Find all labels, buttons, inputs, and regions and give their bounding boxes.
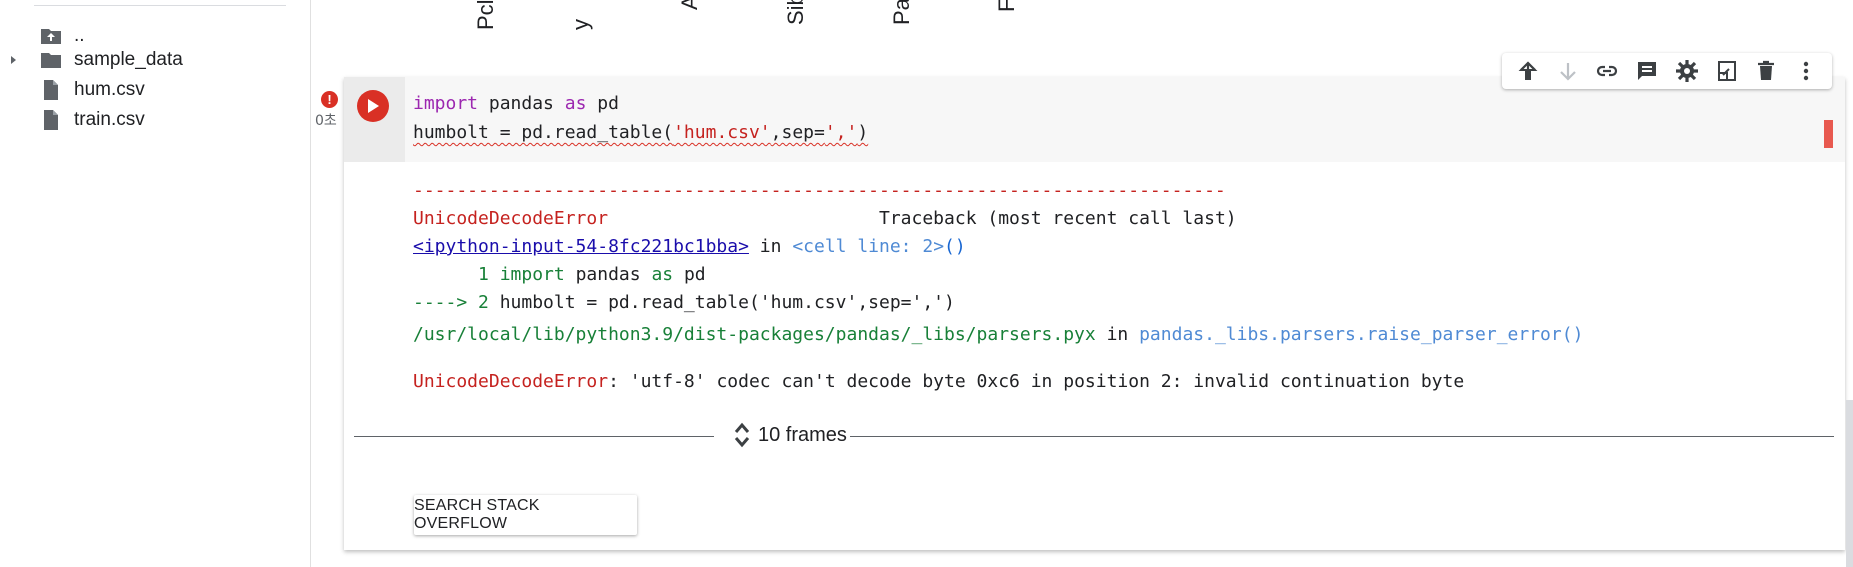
code-text: pd	[586, 93, 619, 114]
file-item-train-csv[interactable]: train.csv	[0, 105, 300, 135]
code-keyword: import	[413, 93, 479, 114]
code-editor[interactable]: import pandas as pd humbolt = pd.read_ta…	[405, 77, 1845, 162]
panel-divider	[34, 5, 286, 6]
traceback-line-2: ----> 2 humbolt = pd.read_table('hum.csv…	[413, 289, 1843, 317]
caret-right-icon[interactable]	[9, 53, 19, 67]
mirror-cell-icon	[1717, 61, 1736, 81]
cell-line-ref: <cell line: 2>	[792, 236, 945, 257]
search-stack-overflow-button[interactable]: SEARCH STACK OVERFLOW	[414, 495, 637, 535]
file-item-label: ..	[74, 25, 85, 46]
cell-gutter	[344, 77, 405, 162]
code-line-2: humbolt = pd.read_table('hum.csv',sep=',…	[413, 118, 1845, 147]
final-error-message: : 'utf-8' codec can't decode byte 0xc6 i…	[608, 371, 1465, 392]
settings-icon	[1675, 60, 1698, 82]
error-badge: !	[321, 91, 338, 108]
file-item-sample-data[interactable]: sample_data	[0, 45, 300, 75]
file-path: /usr/local/lib/python3.9/dist-packages/p…	[413, 324, 1096, 345]
rule-right	[850, 436, 1834, 437]
cell-toolbar	[1502, 53, 1832, 89]
error-type: UnicodeDecodeError	[413, 208, 609, 229]
copy-link-button[interactable]	[1592, 56, 1622, 86]
expand-collapse-icon	[734, 422, 750, 448]
column-label: y	[568, 19, 593, 30]
traceback-header: UnicodeDecodeError Traceback (most recen…	[413, 205, 1843, 233]
code-text: pandas	[564, 264, 652, 285]
rule-left	[354, 436, 714, 437]
traceback-file-line: /usr/local/lib/python3.9/dist-packages/p…	[413, 321, 1583, 349]
frames-divider: 10 frames	[354, 422, 1834, 452]
mirror-cell-button[interactable]	[1712, 56, 1742, 86]
cell-output: ----------------------------------------…	[405, 177, 1843, 317]
column-label: Pa	[889, 0, 914, 25]
column-label: Sib	[783, 0, 808, 25]
ipython-input-link[interactable]: <ipython-input-54-8fc221bc1bba>	[413, 236, 749, 257]
code-keyword: as	[564, 93, 587, 114]
more-icon	[1803, 61, 1809, 81]
code-string: ','	[824, 122, 858, 143]
code-text: humbolt = pd.read_table('hum.csv',sep=',…	[499, 292, 955, 313]
final-error-line: UnicodeDecodeError: 'utf-8' codec can't …	[413, 368, 1464, 396]
move-down-icon	[1559, 63, 1576, 81]
in-word: in	[748, 236, 793, 257]
add-comment-button[interactable]	[1632, 56, 1662, 86]
code-text: )	[857, 122, 869, 143]
delete-icon	[1758, 60, 1775, 80]
function-name: pandas._libs.parsers.raise_parser_error(…	[1139, 324, 1584, 345]
code-string: 'hum.csv'	[673, 122, 771, 143]
error-arrow: ----> 2	[413, 292, 500, 313]
frames-label: 10 frames	[758, 423, 847, 446]
code-keyword: import	[499, 264, 565, 285]
move-up-icon	[1518, 61, 1538, 80]
file-icon	[44, 80, 58, 100]
previous-output-labels: Pcla y A Sib Pa F	[311, 0, 1853, 40]
traceback-label: Traceback (most recent call last)	[608, 208, 1237, 229]
in-word: in	[1095, 324, 1140, 345]
file-browser-panel: .. sample_data hum.csv train.csv	[0, 0, 311, 567]
code-cell[interactable]: import pandas as pd humbolt = pd.read_ta…	[344, 77, 1845, 550]
more-actions-button[interactable]	[1791, 56, 1821, 86]
file-item-label: sample_data	[74, 49, 183, 70]
move-down-button[interactable]	[1553, 56, 1583, 86]
scrollbar[interactable]	[1846, 400, 1853, 567]
move-up-button[interactable]	[1513, 56, 1543, 86]
code-text: pandas	[478, 93, 565, 114]
column-label: Pcla	[473, 0, 498, 30]
link-icon	[1597, 65, 1618, 77]
execution-time: 0초	[315, 113, 337, 129]
folder-icon	[41, 53, 61, 68]
file-item-label: hum.csv	[74, 79, 145, 100]
final-error-type: UnicodeDecodeError	[413, 371, 609, 392]
error-scroll-marker	[1824, 120, 1833, 148]
cell-line-suffix: ()	[944, 236, 966, 257]
run-cell-button[interactable]	[357, 90, 389, 122]
delete-cell-button[interactable]	[1751, 56, 1781, 86]
code-text: humbolt = pd.read_table(	[413, 122, 674, 143]
cell-settings-button[interactable]	[1672, 56, 1702, 86]
code-text: ,sep=	[770, 122, 825, 143]
file-item-label: train.csv	[74, 109, 145, 130]
traceback-separator: ----------------------------------------…	[413, 180, 1226, 201]
file-item-hum-csv[interactable]: hum.csv	[0, 75, 300, 105]
frames-toggle-button[interactable]: 10 frames	[734, 422, 847, 448]
comment-icon	[1638, 62, 1657, 80]
traceback-line-1: 1 import pandas as pd	[413, 261, 1843, 289]
code-text: pd	[673, 264, 706, 285]
notebook-area: Pcla y A Sib Pa F ! 0초 import pandas as …	[311, 0, 1853, 567]
code-keyword: as	[651, 264, 674, 285]
column-label: F	[994, 0, 1019, 12]
traceback-location: <ipython-input-54-8fc221bc1bba> in <cell…	[413, 233, 1843, 261]
line-number: 1	[413, 264, 500, 285]
play-icon	[368, 99, 379, 113]
column-label: A	[677, 0, 702, 10]
code-line-1: import pandas as pd	[413, 89, 1845, 118]
file-icon	[44, 110, 58, 130]
